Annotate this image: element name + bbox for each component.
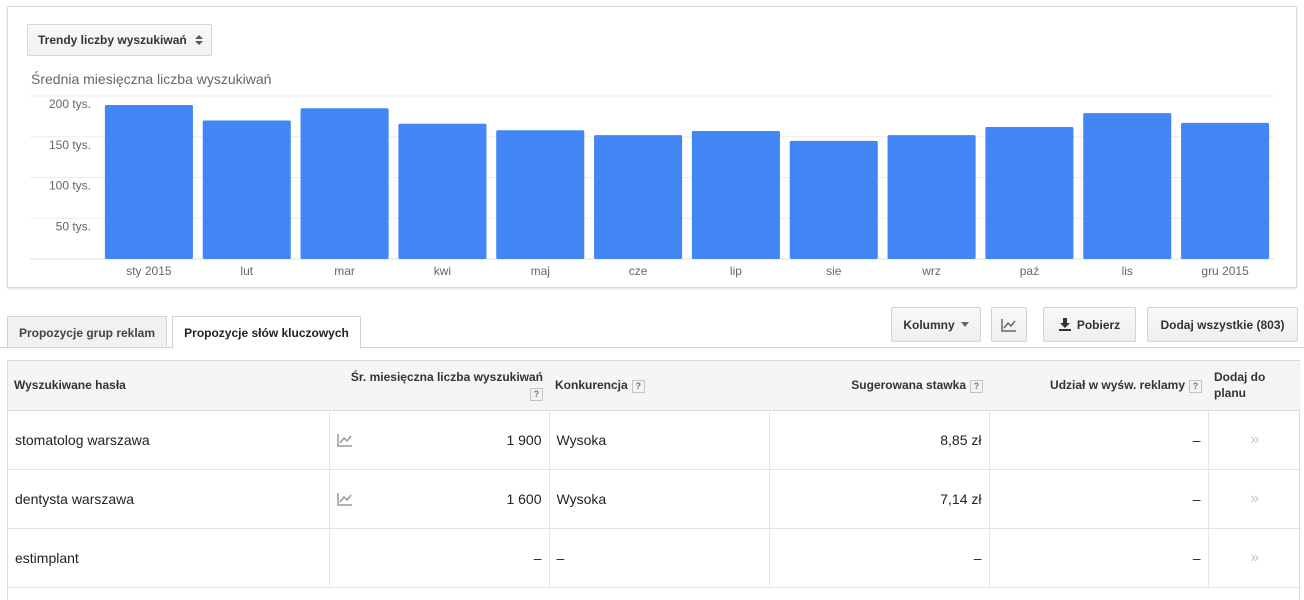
download-button[interactable]: Pobierz (1043, 307, 1136, 342)
table-row: stomatolog warszawa 1 900 Wysoka 8,85 zł… (8, 410, 1301, 470)
tab-keyword-ideas[interactable]: Propozycje słów kluczowych (172, 316, 361, 349)
avg-searches-cell: 1 600 (329, 469, 550, 529)
y-tick-label: 200 tys. (49, 97, 91, 111)
competition-cell: – (549, 528, 770, 588)
y-tick-label: 50 tys. (56, 219, 91, 233)
header-share-label: Udział w wyśw. reklamy (1050, 378, 1185, 393)
keyword-cell: stomatolog warszawa (8, 410, 330, 470)
add-to-plan-button[interactable]: » (1208, 469, 1301, 529)
keyword-cell: dentysta warszawa (8, 469, 330, 529)
header-avg-searches[interactable]: Śr. miesięczna liczba wyszukiwań ? (329, 361, 549, 411)
table-row: dentysta warszawa 1 600 Wysoka 7,14 zł –… (8, 469, 1301, 529)
trend-select[interactable]: Trendy liczby wyszukiwań (27, 24, 212, 56)
help-icon[interactable]: ? (1189, 379, 1202, 393)
bar-11[interactable] (1083, 113, 1172, 260)
bar-1[interactable] (104, 104, 193, 259)
download-icon (1058, 318, 1071, 331)
bar-5[interactable] (496, 130, 585, 259)
add-all-button[interactable]: Dodaj wszystkie (803) (1147, 307, 1298, 342)
bar-2[interactable] (202, 120, 291, 259)
add-to-plan-button[interactable]: » (1208, 528, 1301, 588)
x-tick-label: lut (240, 264, 253, 278)
impression-share-cell: – (989, 469, 1209, 529)
x-tick-label: gru 2015 (1201, 264, 1249, 278)
x-tick-label: maj (531, 264, 550, 278)
trend-icon[interactable] (336, 433, 353, 447)
avg-searches-value: 1 600 (506, 490, 542, 507)
help-icon[interactable]: ? (970, 379, 983, 393)
bar-6[interactable] (594, 135, 683, 259)
y-tick-label: 100 tys. (49, 179, 91, 193)
help-icon[interactable]: ? (530, 387, 543, 401)
bar-4[interactable] (398, 123, 487, 260)
table-header-row: Wyszukiwane hasła Śr. miesięczna liczba … (8, 361, 1301, 411)
x-tick-label: lip (730, 264, 742, 278)
x-tick-label: cze (629, 264, 648, 278)
bar-3[interactable] (300, 108, 389, 259)
keyword-table: Wyszukiwane hasła Śr. miesięczna liczba … (7, 360, 1301, 600)
suggested-bid-cell: – (769, 528, 990, 588)
chart-title: Średnia miesięczna liczba wyszukiwań (31, 71, 272, 87)
chevron-down-icon (960, 322, 969, 327)
header-suggested-bid[interactable]: Sugerowana stawka? (769, 361, 989, 411)
impression-share-cell: – (989, 410, 1209, 470)
tab-ad-group-ideas[interactable]: Propozycje grup reklam (7, 316, 167, 348)
chart-toggle-button[interactable] (991, 307, 1027, 342)
updown-icon (194, 35, 203, 45)
chart-card: 50 tys. 100 tys. 150 tys. 200 tys. sty 2015 l… (7, 6, 1297, 288)
columns-button[interactable]: Kolumny (891, 307, 981, 342)
header-competition[interactable]: Konkurencja? (549, 361, 769, 411)
x-tick-label: paź (1020, 264, 1039, 278)
suggested-bid-cell: 7,14 zł (769, 469, 990, 529)
avg-searches-cell: – (329, 528, 550, 588)
chart-toggle-icon (1001, 318, 1016, 332)
columns-button-label: Kolumny (903, 317, 955, 332)
x-tick-label: kwi (434, 264, 451, 278)
header-impression-share[interactable]: Udział w wyśw. reklamy? (989, 361, 1208, 411)
help-icon[interactable]: ? (631, 379, 645, 393)
x-tick-label: sty 2015 (126, 264, 172, 278)
download-button-label: Pobierz (1076, 317, 1121, 332)
bar-8[interactable] (789, 140, 878, 259)
bar-9[interactable] (887, 135, 976, 259)
table-row: estimplant – – – – » (8, 528, 1301, 588)
header-bid-label: Sugerowana stawka (851, 378, 966, 393)
header-keyword-label: Wyszukiwane hasła (14, 378, 126, 393)
bar-7[interactable] (691, 131, 780, 259)
keyword-cell: estimplant (8, 528, 330, 588)
y-tick-label: 150 tys. (49, 138, 91, 152)
avg-searches-cell: 1 900 (329, 410, 550, 470)
suggested-bid-cell: 8,85 zł (769, 410, 990, 470)
header-keyword[interactable]: Wyszukiwane hasła (8, 361, 329, 411)
bar-12[interactable] (1181, 122, 1270, 260)
competition-cell: Wysoka (549, 469, 770, 529)
avg-searches-value: 1 900 (506, 431, 542, 448)
x-tick-label: mar (334, 264, 355, 278)
x-tick-label: lis (1122, 264, 1133, 278)
impression-share-cell: – (989, 528, 1209, 588)
header-add-to-plan: Dodaj do planu (1208, 361, 1301, 411)
bar-10[interactable] (985, 126, 1074, 259)
x-tick-label: wrz (921, 264, 941, 278)
header-competition-label: Konkurencja (555, 378, 628, 393)
x-tick-label: sie (826, 264, 842, 278)
competition-cell: Wysoka (549, 410, 770, 470)
trend-icon[interactable] (336, 492, 353, 506)
header-avg-label: Śr. miesięczna liczba wyszukiwań (350, 370, 543, 385)
trend-select-label: Trendy liczby wyszukiwań (38, 33, 187, 47)
add-to-plan-button[interactable]: » (1208, 410, 1301, 470)
